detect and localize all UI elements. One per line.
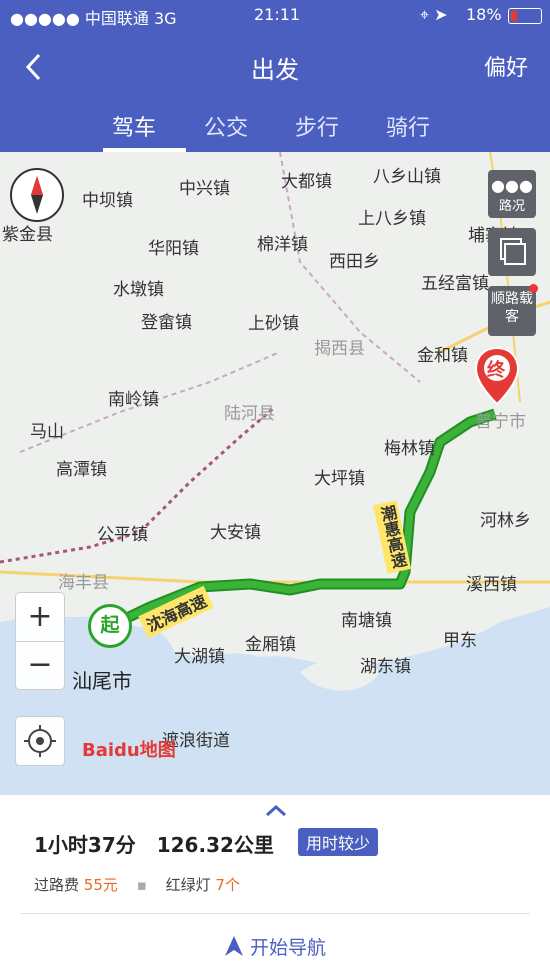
zoom-out-button[interactable]: − bbox=[16, 642, 64, 689]
place-label: 公平镇 bbox=[97, 525, 148, 545]
header: 出发 偏好 驾车 公交 步行 骑行 bbox=[0, 30, 550, 152]
zoom-in-button[interactable]: + bbox=[16, 593, 64, 642]
map-view[interactable]: 紫金县 中坝镇 中兴镇 大都镇 八乡山镇 华阳镇 棉洋镇 上八乡镇 埔寨镇 西田… bbox=[0, 152, 550, 794]
place-label: 普宁市 bbox=[475, 412, 526, 432]
place-label: 五经富镇 bbox=[421, 274, 489, 294]
baidu-logo: Baidu地图 bbox=[82, 740, 176, 761]
zoom-controls: + − bbox=[15, 592, 65, 690]
end-marker[interactable]: 终 bbox=[473, 346, 521, 406]
place-label: 马山 bbox=[30, 422, 64, 442]
toll-value: 55元 bbox=[83, 876, 118, 894]
route-summary-panel: 1小时37分 126.32公里 用时较少 过路费 55元 ▪ 红绿灯 7个 开始… bbox=[0, 794, 550, 980]
place-label: 高潭镇 bbox=[56, 460, 107, 480]
locate-button[interactable] bbox=[15, 716, 65, 766]
place-label: 西田乡 bbox=[329, 252, 380, 272]
tab-drive[interactable]: 驾车 bbox=[112, 110, 156, 142]
route-duration: 1小时37分 bbox=[34, 833, 136, 857]
traffic-icon: ●●● bbox=[491, 176, 533, 195]
preference-button[interactable]: 偏好 bbox=[484, 50, 528, 82]
route-tag-badge: 用时较少 bbox=[298, 828, 379, 856]
place-label: 大湖镇 bbox=[174, 647, 225, 667]
place-label: 湖东镇 bbox=[360, 657, 411, 677]
tab-cycle[interactable]: 骑行 bbox=[386, 110, 430, 142]
status-bar: ●●●●● 中国联通 3G 21:11 ⌖ ➤ 18% bbox=[0, 0, 550, 30]
end-marker-label: 终 bbox=[487, 360, 505, 381]
place-label: 金厢镇 bbox=[245, 635, 296, 655]
place-label: 紫金县 bbox=[2, 225, 53, 245]
place-label: 登畲镇 bbox=[141, 313, 192, 333]
place-label: 上八乡镇 bbox=[358, 209, 426, 229]
divider bbox=[20, 913, 530, 914]
notification-dot bbox=[529, 284, 538, 293]
place-label: 棉洋镇 bbox=[257, 235, 308, 255]
place-label: 河林乡 bbox=[480, 511, 531, 531]
carpool-label: 顺路载客 bbox=[491, 291, 533, 325]
tab-transit[interactable]: 公交 bbox=[204, 110, 248, 142]
place-label: 大坪镇 bbox=[314, 469, 365, 489]
toll-label: 过路费 bbox=[34, 876, 80, 894]
navigation-arrow-icon bbox=[224, 936, 243, 956]
lights-value: 7个 bbox=[215, 876, 240, 894]
lights-label: 红绿灯 bbox=[165, 876, 211, 894]
place-label: 梅林镇 bbox=[384, 439, 435, 459]
place-label: 上砂镇 bbox=[248, 314, 299, 334]
carrier-label: ●●●●● 中国联通 3G bbox=[10, 9, 177, 28]
tab-walk[interactable]: 步行 bbox=[295, 110, 339, 142]
traffic-label: 路况 bbox=[498, 199, 525, 214]
route-info: 过路费 55元 ▪ 红绿灯 7个 bbox=[34, 874, 240, 895]
location-icon: ⌖ ➤ bbox=[420, 5, 448, 24]
place-label: 八乡山镇 bbox=[373, 167, 441, 187]
place-label: 南塘镇 bbox=[341, 611, 392, 631]
compass-button[interactable] bbox=[10, 168, 64, 222]
place-label: 中坝镇 bbox=[82, 191, 133, 211]
locate-icon bbox=[24, 725, 56, 757]
place-label: 水墩镇 bbox=[113, 280, 164, 300]
place-label: 大安镇 bbox=[210, 523, 261, 543]
expand-button[interactable] bbox=[265, 801, 287, 822]
place-label: 陆河县 bbox=[224, 404, 275, 424]
traffic-button[interactable]: ●●● 路况 bbox=[488, 170, 536, 218]
travel-mode-tabs: 驾车 公交 步行 骑行 bbox=[0, 108, 550, 152]
start-navigation-button[interactable]: 开始导航 bbox=[0, 933, 550, 960]
place-label: 甲东 bbox=[443, 631, 477, 651]
start-marker[interactable]: 起 bbox=[88, 604, 132, 648]
route-summary: 1小时37分 126.32公里 bbox=[34, 829, 274, 858]
carpool-button[interactable]: 顺路载客 bbox=[488, 284, 538, 336]
route-distance: 126.32公里 bbox=[156, 833, 274, 857]
start-navigation-label: 开始导航 bbox=[250, 937, 327, 959]
place-label: 中兴镇 bbox=[179, 179, 230, 199]
place-label: 华阳镇 bbox=[148, 239, 199, 259]
page-title: 出发 bbox=[251, 56, 299, 84]
place-label: 南岭镇 bbox=[108, 390, 159, 410]
separator-dot: ▪ bbox=[136, 876, 147, 894]
place-label: 海丰县 bbox=[58, 573, 109, 593]
clock: 21:11 bbox=[254, 5, 301, 24]
city-label: 汕尾市 bbox=[72, 669, 132, 693]
layers-button[interactable] bbox=[488, 228, 536, 276]
chevron-up-icon bbox=[266, 804, 286, 817]
place-label: 揭西县 bbox=[314, 339, 365, 359]
place-label: 大都镇 bbox=[281, 172, 332, 192]
place-label: 溪西镇 bbox=[466, 575, 517, 595]
battery-percent: 18% bbox=[466, 5, 502, 24]
compass-icon bbox=[31, 176, 43, 214]
battery-icon bbox=[508, 8, 542, 24]
place-label: 金和镇 bbox=[417, 346, 468, 366]
layers-icon bbox=[500, 238, 526, 265]
